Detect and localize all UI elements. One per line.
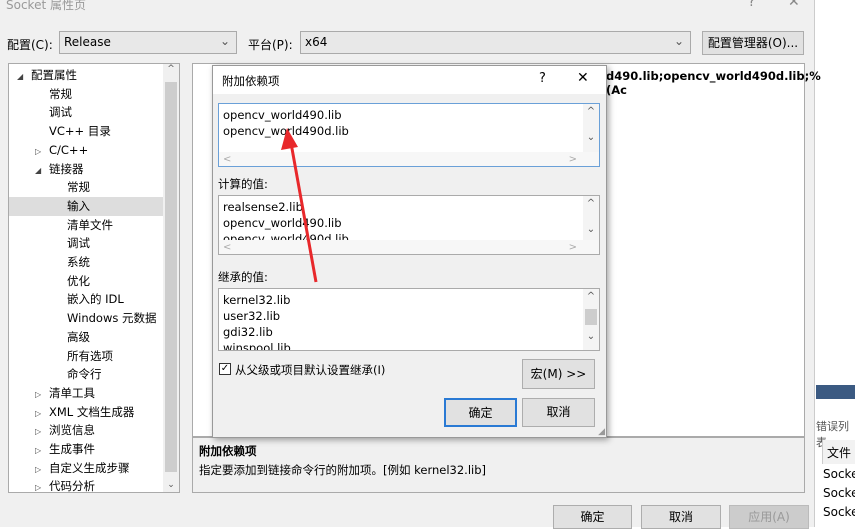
annotation-arrow xyxy=(281,128,318,283)
arrow-shaft xyxy=(289,142,318,283)
arrow-head-icon xyxy=(281,128,298,150)
